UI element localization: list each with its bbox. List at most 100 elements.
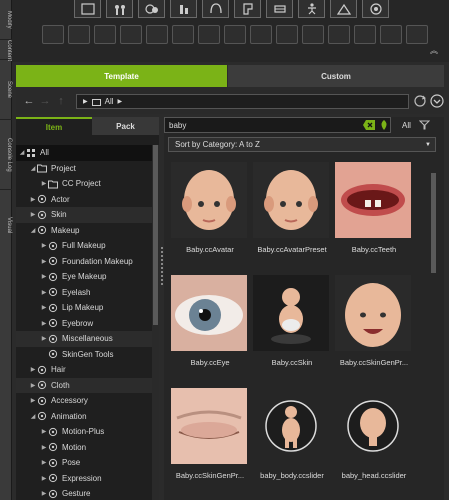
toolbar-button-makeup[interactable] — [170, 0, 197, 18]
leaf-filter-icon[interactable] — [379, 119, 389, 131]
item-thumbnail[interactable] — [335, 275, 411, 351]
content-item[interactable]: Baby.ccAvatar — [171, 162, 251, 254]
filter-dropdown[interactable]: All — [397, 117, 444, 133]
expand-arrow-icon[interactable]: ▶ — [40, 490, 48, 497]
expand-arrow-icon[interactable]: ▶ — [40, 273, 48, 280]
tree-item-miscellaneous[interactable]: ▶ Miscellaneous — [16, 331, 152, 347]
expand-arrow-icon[interactable]: ▶ — [29, 366, 37, 373]
toolbar-slot[interactable] — [380, 25, 402, 44]
tree-item-cc-project[interactable]: ▶ CC Project — [16, 176, 152, 192]
expand-arrow-icon[interactable]: ▶ — [40, 304, 48, 311]
side-tab-content[interactable]: Content — [0, 40, 12, 61]
tree-item-hair[interactable]: ▶ Hair — [16, 362, 152, 378]
tab-item[interactable]: Item — [16, 117, 92, 135]
item-thumbnail[interactable] — [253, 162, 329, 238]
side-tab-visual[interactable]: Visual — [0, 200, 12, 250]
expand-arrow-icon[interactable]: ▶ — [40, 320, 48, 327]
toolbar-button-cloth[interactable] — [234, 0, 261, 18]
toolbar-button-project[interactable] — [74, 0, 101, 18]
item-thumbnail[interactable] — [335, 388, 411, 464]
tab-custom[interactable]: Custom — [228, 65, 444, 87]
toolbar-button-misc[interactable] — [362, 0, 389, 18]
tree-item-project[interactable]: ◢ Project — [16, 161, 152, 177]
tree-item-motion[interactable]: ▶ Motion — [16, 440, 152, 456]
collapse-arrow-icon[interactable]: ◢ — [29, 413, 37, 420]
toolbar-slot[interactable] — [250, 25, 272, 44]
content-item[interactable]: Baby.ccAvatarPreset — [253, 162, 333, 254]
toolbar-slot[interactable] — [406, 25, 428, 44]
tree-item-full-makeup[interactable]: ▶ Full Makeup — [16, 238, 152, 254]
tree-item-expression[interactable]: ▶ Expression — [16, 471, 152, 487]
tree-item-motion-plus[interactable]: ▶ Motion-Plus — [16, 424, 152, 440]
content-item[interactable]: Baby.ccTeeth — [335, 162, 415, 254]
tree-item-eyelash[interactable]: ▶ Eyelash — [16, 285, 152, 301]
side-tab-modify[interactable]: Modify — [0, 0, 12, 40]
forward-arrow-icon[interactable]: → — [38, 94, 52, 108]
expand-arrow-icon[interactable]: ▶ — [40, 335, 48, 342]
back-arrow-icon[interactable]: ← — [22, 94, 36, 108]
item-thumbnail[interactable] — [171, 162, 247, 238]
grid-scrollbar[interactable] — [430, 157, 438, 500]
tree-item-pose[interactable]: ▶ Pose — [16, 455, 152, 471]
toolbar-button-hair[interactable] — [202, 0, 229, 18]
search-input[interactable]: baby — [164, 117, 391, 133]
collapse-arrow-icon[interactable]: ◢ — [18, 149, 26, 156]
expand-arrow-icon[interactable]: ▶ — [83, 98, 88, 105]
scrollbar-thumb[interactable] — [153, 145, 158, 325]
toolbar-slot[interactable] — [276, 25, 298, 44]
collapse-arrow-icon[interactable]: ◢ — [29, 165, 37, 172]
clear-search-icon[interactable] — [363, 120, 375, 130]
side-tab-scene[interactable]: Scene — [0, 60, 12, 120]
tree-item-animation[interactable]: ◢ Animation — [16, 409, 152, 425]
toolbar-button-skin[interactable] — [138, 0, 165, 18]
up-arrow-icon[interactable]: ↑ — [54, 94, 68, 108]
expand-arrow-icon[interactable]: ▶ — [29, 196, 37, 203]
content-item[interactable]: Baby.ccSkinGenPr... — [335, 275, 415, 367]
tree-item-eye-makeup[interactable]: ▶ Eye Makeup — [16, 269, 152, 285]
expand-arrow-icon[interactable]: ▶ — [29, 397, 37, 404]
content-item[interactable]: Baby.ccSkin — [253, 275, 333, 367]
expand-arrow-icon[interactable]: ▶ — [40, 258, 48, 265]
toolbar-slot[interactable] — [94, 25, 116, 44]
tree-item-gesture[interactable]: ▶ Gesture — [16, 486, 152, 500]
item-thumbnail[interactable] — [335, 162, 411, 238]
expand-arrow-icon[interactable]: ▶ — [40, 180, 48, 187]
content-item[interactable]: baby_head.ccslider — [335, 388, 415, 480]
toolbar-slot[interactable] — [68, 25, 90, 44]
collapse-up-icon[interactable]: ︽ — [430, 45, 438, 56]
toolbar-slot[interactable] — [146, 25, 168, 44]
tab-pack[interactable]: Pack — [92, 117, 159, 135]
item-thumbnail[interactable] — [253, 388, 329, 464]
tree-item-lip-makeup[interactable]: ▶ Lip Makeup — [16, 300, 152, 316]
content-item[interactable]: Baby.ccSkinGenPr... — [171, 388, 251, 480]
item-thumbnail[interactable] — [171, 388, 247, 464]
refresh-icon[interactable] — [413, 94, 427, 110]
collapse-arrow-icon[interactable]: ◢ — [29, 227, 37, 234]
toolbar-slot[interactable] — [42, 25, 64, 44]
scrollbar-thumb[interactable] — [431, 173, 436, 273]
expand-arrow-icon[interactable]: ▶ — [40, 428, 48, 435]
expand-arrow-icon[interactable]: ▶ — [40, 289, 48, 296]
toolbar-slot[interactable] — [172, 25, 194, 44]
toolbar-slot[interactable] — [328, 25, 350, 44]
expand-arrow-icon[interactable]: ▶ — [29, 211, 37, 218]
tree-item-all[interactable]: ◢ All — [16, 145, 152, 161]
item-thumbnail[interactable] — [171, 275, 247, 351]
tree-item-accessory[interactable]: ▶ Accessory — [16, 393, 152, 409]
tree-item-skingen-tools[interactable]: SkinGen Tools — [16, 347, 152, 363]
toolbar-slot[interactable] — [198, 25, 220, 44]
expand-arrow-icon[interactable]: ▶ — [40, 459, 48, 466]
tree-item-skin[interactable]: ▶ Skin — [16, 207, 152, 223]
toolbar-slot[interactable] — [302, 25, 324, 44]
path-next-arrow-icon[interactable]: ▶ — [118, 98, 123, 105]
tree-item-cloth[interactable]: ▶ Cloth — [16, 377, 152, 393]
content-item[interactable]: baby_body.ccslider — [253, 388, 333, 480]
expand-arrow-icon[interactable]: ▶ — [29, 382, 37, 389]
dropdown-circle-icon[interactable] — [430, 94, 444, 110]
content-item[interactable]: Baby.ccEye — [171, 275, 251, 367]
tree-item-foundation-makeup[interactable]: ▶ Foundation Makeup — [16, 254, 152, 270]
sort-dropdown[interactable]: Sort by Category: A to Z ▼ — [168, 137, 436, 152]
toolbar-button-actor[interactable] — [106, 0, 133, 18]
expand-arrow-icon[interactable]: ▶ — [40, 444, 48, 451]
tree-item-eyebrow[interactable]: ▶ Eyebrow — [16, 316, 152, 332]
